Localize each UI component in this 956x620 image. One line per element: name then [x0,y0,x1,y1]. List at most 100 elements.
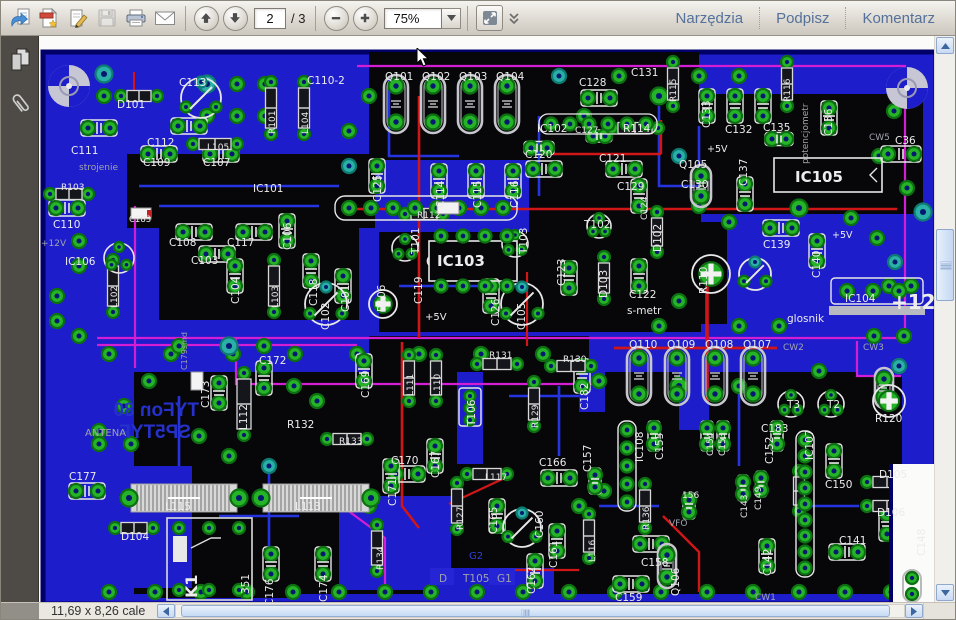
vertical-scroll-thumb[interactable] [936,229,954,301]
svg-text:Q107: Q107 [743,339,771,351]
svg-text:R120: R120 [875,413,902,425]
page-count-label: / 3 [291,11,305,26]
svg-text:L113: L113 [295,501,321,513]
vertical-scrollbar[interactable] [934,36,955,602]
svg-text:C133: C133 [701,101,713,128]
svg-text:D: D [439,573,447,585]
svg-text:T102: T102 [583,219,610,231]
svg-text:C120: C120 [525,149,552,161]
svg-text:CW5: CW5 [869,133,890,143]
page-number-input[interactable] [254,8,286,29]
svg-text:C113: C113 [179,77,206,89]
save-icon [97,8,117,28]
horizontal-scrollbar[interactable] [175,604,905,618]
horizontal-scroll-thumb[interactable] [181,605,890,617]
svg-text:C158: C158 [641,557,668,569]
zoom-dropdown-button[interactable] [442,8,461,29]
svg-text:Q108: Q108 [705,339,733,351]
svg-text:Q110: Q110 [629,339,657,351]
svg-text:R130: R130 [563,355,587,365]
paperclip-icon [8,89,32,117]
svg-text:351: 351 [240,574,252,594]
print-icon [125,8,147,28]
plus-icon [353,6,378,31]
svg-text:+12V: +12V [891,290,936,314]
svg-text:C125: C125 [372,175,384,202]
open-button[interactable] [6,4,34,32]
svg-text:C108: C108 [169,237,196,249]
edit-button[interactable] [64,4,92,32]
svg-text:R136: R136 [642,506,652,530]
svg-text:C183: C183 [761,423,788,435]
svg-text:R110: R110 [698,267,710,294]
scroll-up-button[interactable] [936,37,954,54]
svg-text:L102: L102 [110,286,120,308]
fit-window-button[interactable] [476,5,503,31]
arrow-up-icon [194,6,219,31]
svg-text:CW2: CW2 [783,343,804,353]
panel-separator [845,7,846,29]
tools-panel-button[interactable]: Narzędzia [661,5,759,31]
svg-text:C140: C140 [811,251,823,278]
scroll-down-button[interactable] [936,584,954,601]
svg-text:R115: R115 [669,79,679,102]
svg-text:L116: L116 [588,540,598,562]
zoom-level-input[interactable] [384,8,442,29]
svg-text:C177: C177 [69,471,96,483]
svg-text:L117: L117 [485,473,507,483]
svg-text:C127: C127 [575,126,598,136]
svg-text:T3: T3 [786,399,800,411]
svg-text:C107: C107 [203,157,230,169]
create-pdf-icon [39,8,59,28]
svg-text:L110: L110 [433,374,443,396]
fit-window-icon [482,10,498,26]
svg-text:D101: D101 [117,99,145,111]
save-button[interactable] [93,4,121,32]
sign-panel-button[interactable]: Podpisz [761,5,844,31]
page-thumbnails-button[interactable] [5,45,35,75]
svg-text:Q104: Q104 [496,71,525,83]
navigation-sidebar [1,36,39,602]
svg-text:C159: C159 [615,592,642,602]
svg-text:C101: C101 [340,285,352,312]
zoom-out-button[interactable] [322,4,350,32]
toolbar-separator [315,6,316,31]
scroll-left-button[interactable] [157,604,175,618]
svg-text:C135: C135 [763,122,790,134]
pcb-page-image: TYFon 80SP5TYFC113C110-2Q101Q102Q103Q104… [39,36,936,602]
next-page-button[interactable] [221,4,249,32]
comment-panel-button[interactable]: Komentarz [847,5,950,31]
document-viewport[interactable]: TYFon 80SP5TYFC113C110-2Q101Q102Q103Q104… [39,36,955,602]
svg-text:R116: R116 [783,78,793,102]
svg-text:T101: T101 [410,228,422,255]
toolbar-more-button[interactable] [504,4,524,32]
zoom-combo [384,8,461,29]
print-button[interactable] [122,4,150,32]
svg-text:L104: L104 [301,112,311,134]
scroll-right-button[interactable] [905,604,923,618]
panel-separator [759,7,760,29]
svg-text:C137: C137 [738,159,750,186]
svg-text:potencjometr: potencjometr [801,103,811,164]
svg-text:C132: C132 [725,124,752,136]
document-body: TYFon 80SP5TYFC113C110-2Q101Q102Q103Q104… [1,36,955,602]
toolbar-separator [185,6,186,31]
svg-text:C123: C123 [556,259,568,286]
svg-text:C171: C171 [387,479,399,506]
svg-text:T106: T106 [466,399,478,427]
svg-text:IC103: IC103 [437,252,485,270]
svg-text:156: 156 [682,491,699,501]
svg-text:C176: C176 [264,578,276,602]
svg-text:C121: C121 [599,153,626,165]
svg-text:C110-2: C110-2 [307,75,345,87]
zoom-in-button[interactable] [351,4,379,32]
previous-page-button[interactable] [192,4,220,32]
create-pdf-button[interactable] [35,4,63,32]
svg-text:C152: C152 [764,437,776,464]
attachments-button[interactable] [5,88,35,118]
svg-text:C112: C112 [147,137,174,149]
thumb-grip [522,610,523,617]
svg-text:T103: T103 [518,228,530,255]
email-button[interactable] [151,4,179,32]
svg-text:R114: R114 [623,123,651,135]
